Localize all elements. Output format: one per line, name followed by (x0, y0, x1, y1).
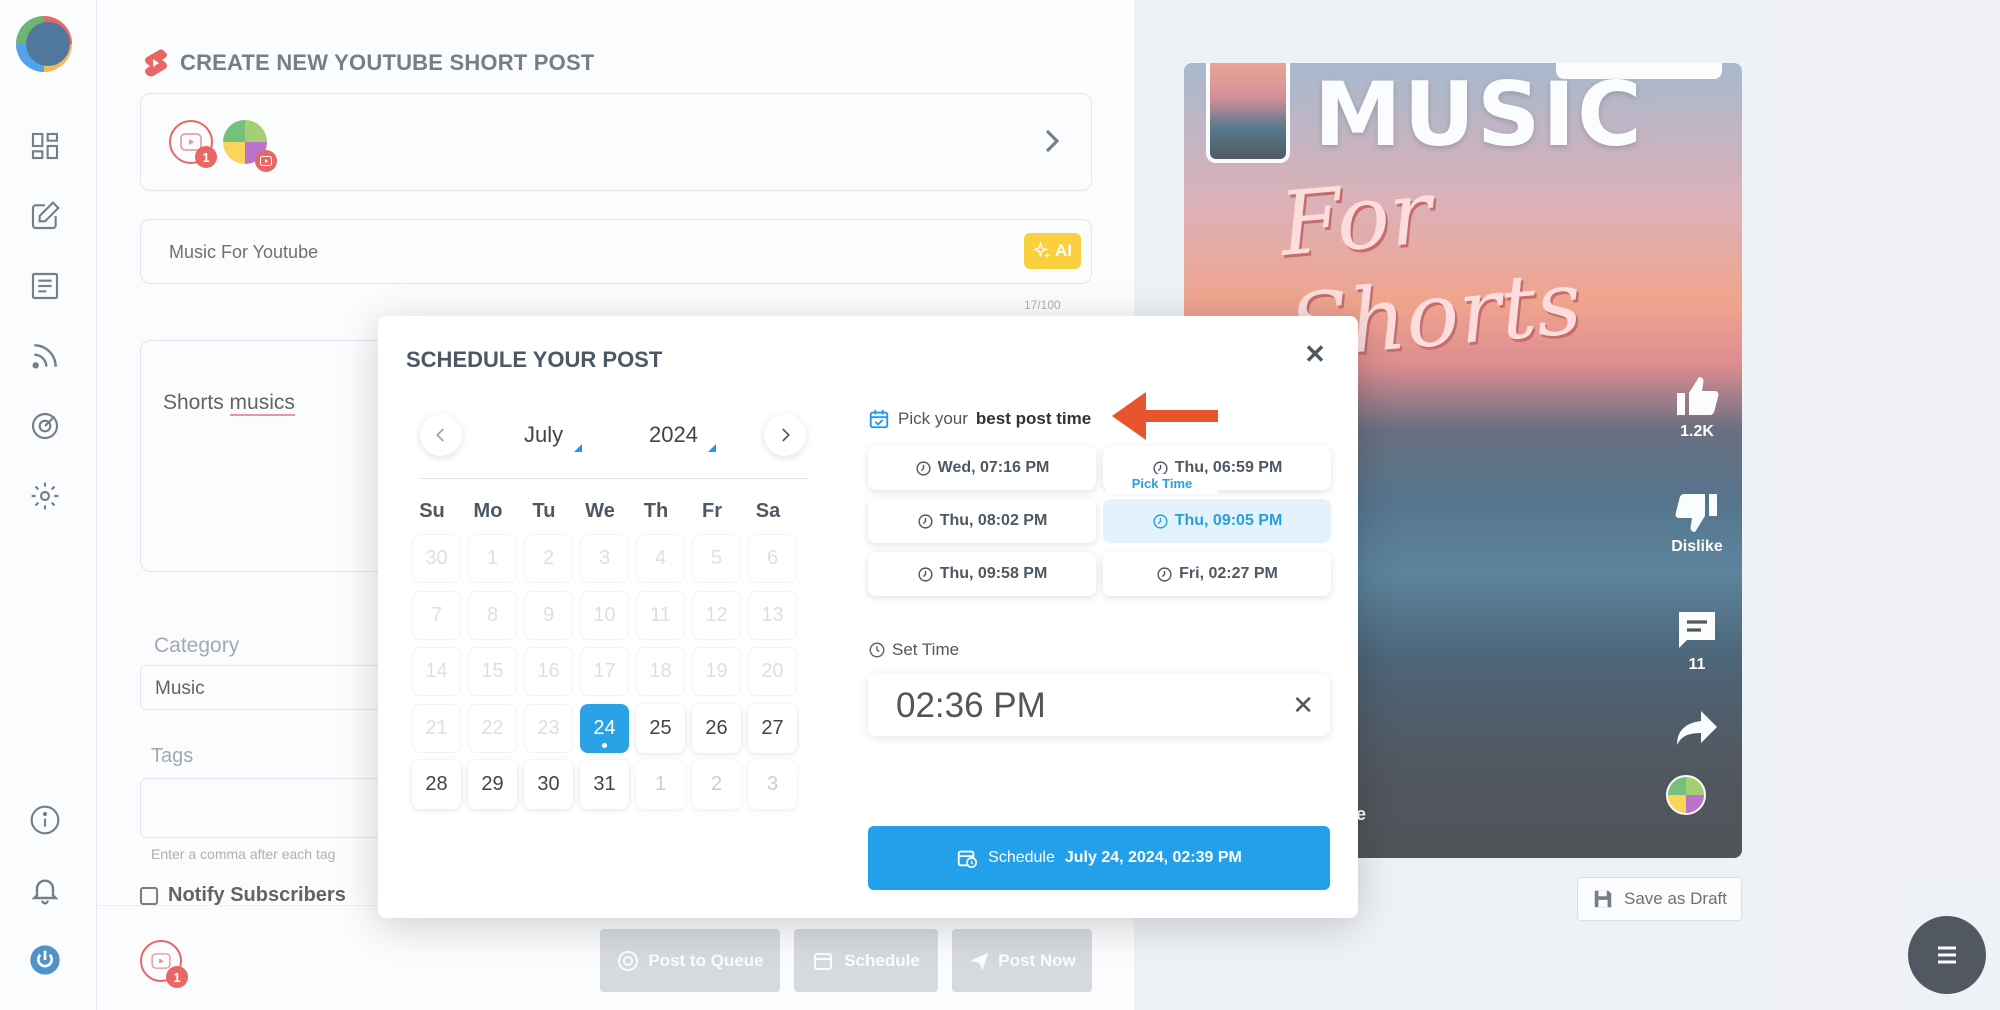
calendar-day: 12 (692, 590, 741, 640)
calendar-day[interactable]: 2 (692, 760, 741, 809)
clock-icon (916, 460, 931, 476)
schedule-confirm-label: Schedule (988, 849, 1055, 866)
chevron-left-icon (436, 428, 444, 442)
prev-month-button[interactable] (420, 414, 462, 456)
best-time-slot[interactable]: Thu, 08:02 PM (868, 499, 1096, 543)
calendar-divider (420, 478, 808, 479)
calendar-day: 4 (636, 534, 685, 583)
calendar-day[interactable]: 27 (748, 703, 797, 753)
year-dropdown-icon (708, 444, 716, 452)
weekday-header: We (585, 500, 615, 522)
weekday-header: Tu (532, 500, 556, 522)
best-time-label: Thu, 08:02 PM (939, 512, 1048, 529)
calendar-day: 5 (692, 534, 741, 583)
clock-icon (1153, 513, 1168, 529)
calendar-day: 20 (748, 647, 797, 696)
calendar-day: 10 (580, 590, 629, 640)
calendar-day[interactable]: 28 (412, 760, 461, 809)
calendar-day: 30 (412, 534, 461, 583)
time-input[interactable]: 02:36 PM ✕ (868, 674, 1330, 736)
calendar-check-icon (869, 409, 889, 429)
calendar-day: 15 (468, 647, 517, 696)
calendar-day[interactable]: 25 (636, 703, 685, 753)
calendar-day[interactable]: 31 (580, 760, 629, 809)
calendar-day: 13 (748, 590, 797, 640)
best-time-label: Wed, 07:16 PM (937, 459, 1050, 476)
calendar-day: 2 (524, 534, 573, 583)
best-time-slot[interactable]: Wed, 07:16 PM (868, 446, 1096, 490)
month-dropdown-icon (574, 444, 582, 452)
calendar-day[interactable]: 24 (580, 703, 629, 753)
weekday-header: Mo (473, 500, 503, 522)
best-time-label: Thu, 09:05 PM (1174, 512, 1283, 529)
weekday-header: Su (419, 500, 445, 522)
weekday-header: Sa (755, 500, 781, 522)
schedule-confirm-datetime: July 24, 2024, 02:39 PM (1064, 849, 1242, 866)
schedule-modal: SCHEDULE YOUR POST ✕ July 2024 Su Mo Tu We T… (378, 316, 1358, 918)
calendar-day[interactable]: 3 (748, 760, 797, 809)
best-time-bold: best post time (975, 409, 1092, 428)
calendar-day: 14 (412, 647, 461, 696)
calendar-day: 18 (636, 647, 685, 696)
best-time-slot[interactable]: Thu, 09:58 PM (868, 552, 1096, 596)
calendar-day: 6 (748, 534, 797, 583)
best-time-slot[interactable]: Thu, 09:05 PM (1103, 499, 1331, 543)
calendar-day[interactable]: 30 (524, 760, 573, 809)
close-icon[interactable]: ✕ (1301, 339, 1329, 369)
modal-title: SCHEDULE YOUR POST (406, 347, 663, 372)
best-time-slot[interactable]: Fri, 02:27 PM (1103, 552, 1331, 596)
calendar-day: 11 (636, 590, 685, 640)
clock-icon (1157, 566, 1172, 582)
clock-icon (869, 642, 885, 658)
calendar-day: 16 (524, 647, 573, 696)
clock-icon (918, 566, 933, 582)
calendar-day: 19 (692, 647, 741, 696)
clock-icon (918, 513, 933, 529)
best-time-heading: Pick your best post time (868, 408, 1091, 430)
red-arrow-annotation (1112, 392, 1218, 440)
calendar-day[interactable]: 26 (692, 703, 741, 753)
calendar-day: 23 (524, 703, 573, 753)
calendar-day[interactable]: 1 (636, 760, 685, 809)
time-value: 02:36 PM (896, 686, 1046, 725)
calendar-day: 21 (412, 703, 461, 753)
calendar-day[interactable]: 29 (468, 760, 517, 809)
set-time-heading: Set Time (868, 640, 959, 660)
schedule-confirm-button[interactable]: Schedule July 24, 2024, 02:39 PM (868, 826, 1330, 890)
best-time-label: Fri, 02:27 PM (1179, 565, 1278, 582)
weekday-header: Th (643, 500, 669, 522)
calendar-clock-icon (957, 850, 978, 868)
calendar-day: 9 (524, 590, 573, 640)
weekday-header: Fr (702, 500, 722, 522)
calendar-day: 22 (468, 703, 517, 753)
calendar-day: 1 (468, 534, 517, 583)
calendar-day: 8 (468, 590, 517, 640)
best-time-label: Thu, 09:58 PM (939, 565, 1048, 582)
best-time-prefix: Pick your (898, 409, 968, 428)
month-select[interactable]: July (524, 422, 563, 448)
chevron-right-icon (782, 428, 790, 442)
pick-time-tooltip: Pick Time (1106, 474, 1218, 494)
clear-time-icon[interactable]: ✕ (1292, 690, 1314, 721)
next-month-button[interactable] (764, 414, 806, 456)
calendar-day: 17 (580, 647, 629, 696)
calendar-day: 7 (412, 590, 461, 640)
calendar-day: 3 (580, 534, 629, 583)
set-time-label: Set Time (892, 640, 960, 659)
year-select[interactable]: 2024 (649, 422, 698, 448)
